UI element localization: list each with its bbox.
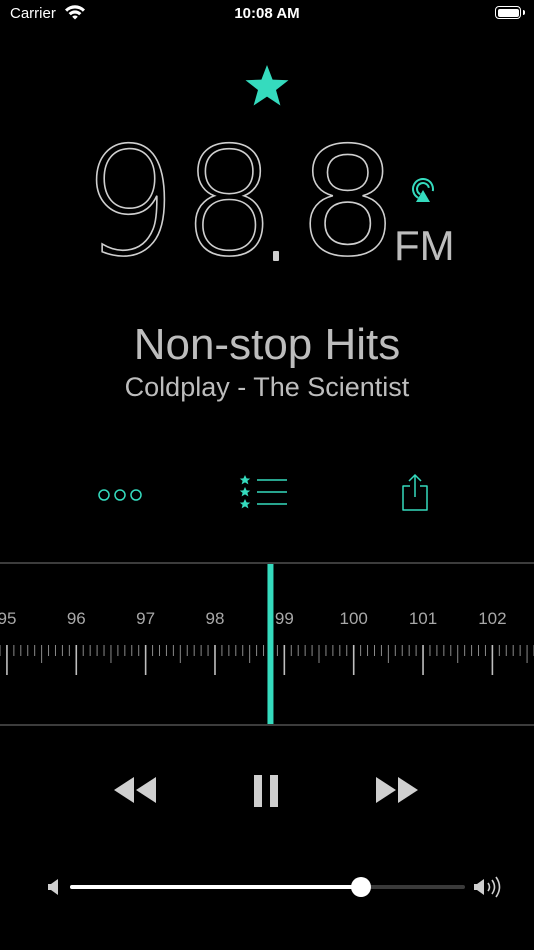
frequency-integer: 98 [81, 116, 281, 290]
tuner-label: 97 [136, 609, 155, 628]
now-playing-title: Coldplay - The Scientist [124, 372, 410, 402]
favorite-star-icon[interactable] [244, 64, 290, 108]
band-label: FM [394, 222, 455, 269]
share-icon[interactable] [400, 473, 430, 511]
volume-slider-thumb[interactable] [351, 877, 372, 897]
volume-slider[interactable] [70, 877, 465, 897]
tuner-label: 99 [275, 609, 294, 628]
tuner-labels: 95 96 97 98 99 100 101 102 [0, 609, 507, 628]
tuner-needle[interactable] [267, 564, 274, 724]
station-name: Non-stop Hits [133, 320, 401, 369]
fast-forward-icon[interactable] [374, 775, 420, 805]
tuner-label: 95 [0, 609, 16, 628]
more-dots-icon[interactable] [97, 486, 143, 504]
volume-min-icon [48, 879, 58, 895]
favorites-list-icon[interactable] [239, 474, 289, 512]
tuner-label: 98 [206, 609, 225, 628]
tuner-dial[interactable]: 95 96 97 98 99 100 101 102 [0, 562, 534, 726]
frequency-decimal-point [273, 251, 279, 261]
frequency-decimal: 8 [299, 116, 396, 290]
volume-max-icon [474, 876, 501, 898]
status-time: 10:08 AM [234, 5, 300, 22]
tuner-label: 101 [409, 609, 437, 628]
battery-fill [497, 8, 519, 17]
tuner-label: 96 [67, 609, 86, 628]
airplay-icon[interactable] [410, 178, 436, 204]
tuner-label: 102 [478, 609, 506, 628]
volume-slider-fill [70, 885, 362, 889]
battery-icon [495, 6, 521, 19]
tuner-ticks [0, 645, 534, 675]
pause-icon[interactable] [251, 772, 281, 810]
tuner-label: 100 [340, 609, 368, 628]
rewind-icon[interactable] [112, 775, 158, 805]
